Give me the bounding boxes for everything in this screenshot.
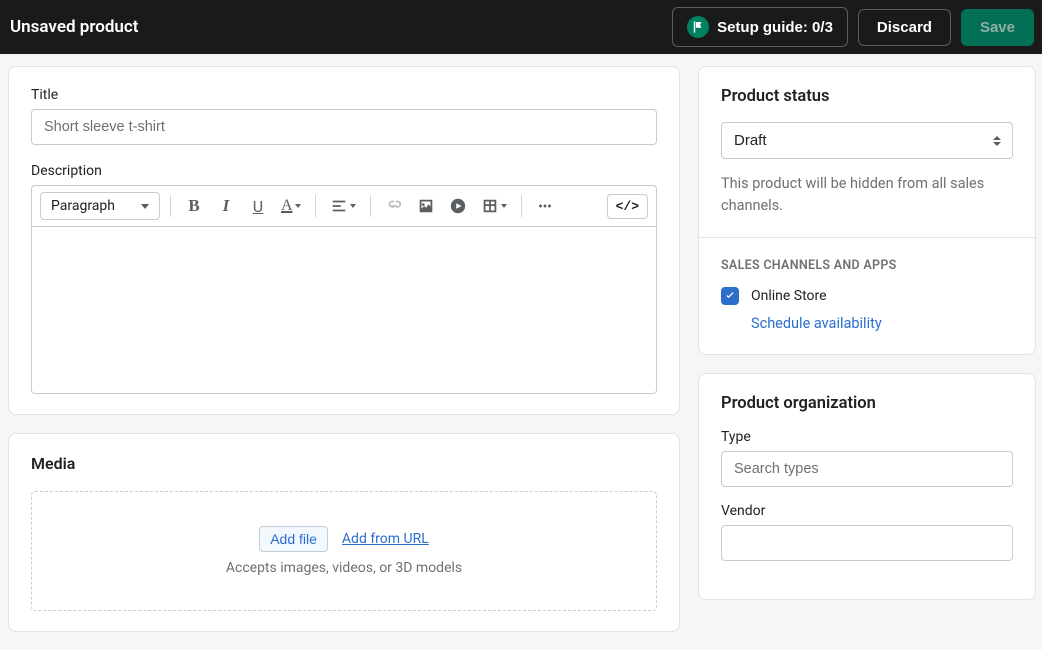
main-column: Title Description Paragraph B I U A <box>8 66 680 650</box>
paragraph-style-label: Paragraph <box>51 198 115 214</box>
table-button[interactable] <box>477 192 511 220</box>
dropzone-hint: Accepts images, videos, or 3D models <box>226 560 462 576</box>
add-from-url-link[interactable]: Add from URL <box>342 531 429 547</box>
status-hint: This product will be hidden from all sal… <box>721 173 1013 217</box>
chevron-down-icon <box>501 204 507 208</box>
description-group: Description Paragraph B I U A <box>31 163 657 394</box>
product-status-heading: Product status <box>721 87 1013 106</box>
flag-icon <box>687 16 709 38</box>
toolbar-separator <box>170 195 171 217</box>
title-label: Title <box>31 87 657 103</box>
schedule-availability-link[interactable]: Schedule availability <box>751 315 1013 332</box>
description-editor[interactable] <box>31 226 657 394</box>
setup-guide-label: Setup guide: 0/3 <box>717 19 833 36</box>
dropzone-actions: Add file Add from URL <box>259 526 429 552</box>
toolbar-separator <box>315 195 316 217</box>
toolbar-separator <box>521 195 522 217</box>
type-label: Type <box>721 429 1013 445</box>
product-organization-card: Product organization Type Vendor <box>698 373 1036 600</box>
italic-button[interactable]: I <box>213 192 239 220</box>
channel-row-online-store: Online Store <box>721 287 1013 305</box>
discard-button[interactable]: Discard <box>858 9 951 46</box>
page-title: Unsaved product <box>10 17 138 37</box>
chevron-down-icon <box>295 204 301 208</box>
product-organization-heading: Product organization <box>721 394 1013 413</box>
divider <box>699 237 1035 238</box>
align-button[interactable] <box>326 192 360 220</box>
save-button[interactable]: Save <box>961 9 1034 46</box>
vendor-field: Vendor <box>721 503 1013 561</box>
sales-channels-heading: SALES CHANNELS AND APPS <box>721 258 1013 273</box>
status-select-wrap: Draft <box>721 122 1013 159</box>
product-status-card: Product status Draft This product will b… <box>698 66 1036 355</box>
paragraph-style-dropdown[interactable]: Paragraph <box>40 192 160 220</box>
status-select[interactable]: Draft <box>721 122 1013 159</box>
chevron-down-icon <box>141 204 149 209</box>
add-file-button[interactable]: Add file <box>259 526 328 552</box>
side-column: Product status Draft This product will b… <box>698 66 1036 650</box>
type-input[interactable] <box>721 451 1013 487</box>
topbar: Unsaved product Setup guide: 0/3 Discard… <box>0 0 1042 54</box>
media-heading: Media <box>31 454 657 473</box>
rte-toolbar: Paragraph B I U A <box>31 185 657 226</box>
video-button[interactable] <box>445 192 471 220</box>
channel-label: Online Store <box>751 288 827 304</box>
toolbar-separator <box>370 195 371 217</box>
topbar-actions: Setup guide: 0/3 Discard Save <box>672 7 1034 47</box>
chevron-down-icon <box>350 204 356 208</box>
online-store-checkbox[interactable] <box>721 287 739 305</box>
check-icon <box>724 290 736 302</box>
title-description-card: Title Description Paragraph B I U A <box>8 66 680 415</box>
vendor-label: Vendor <box>721 503 1013 519</box>
media-dropzone[interactable]: Add file Add from URL Accepts images, vi… <box>31 491 657 611</box>
description-label: Description <box>31 163 657 179</box>
text-color-button[interactable]: A <box>277 192 305 220</box>
setup-guide-button[interactable]: Setup guide: 0/3 <box>672 7 848 47</box>
more-button[interactable] <box>532 192 558 220</box>
bold-button[interactable]: B <box>181 192 207 220</box>
media-card: Media Add file Add from URL Accepts imag… <box>8 433 680 632</box>
image-button[interactable] <box>413 192 439 220</box>
underline-button[interactable]: U <box>245 192 271 220</box>
type-field: Type <box>721 429 1013 487</box>
link-button[interactable] <box>381 192 407 220</box>
main-layout: Title Description Paragraph B I U A <box>0 54 1042 650</box>
html-toggle-button[interactable]: </> <box>607 194 648 219</box>
vendor-input[interactable] <box>721 525 1013 561</box>
title-input[interactable] <box>31 109 657 145</box>
